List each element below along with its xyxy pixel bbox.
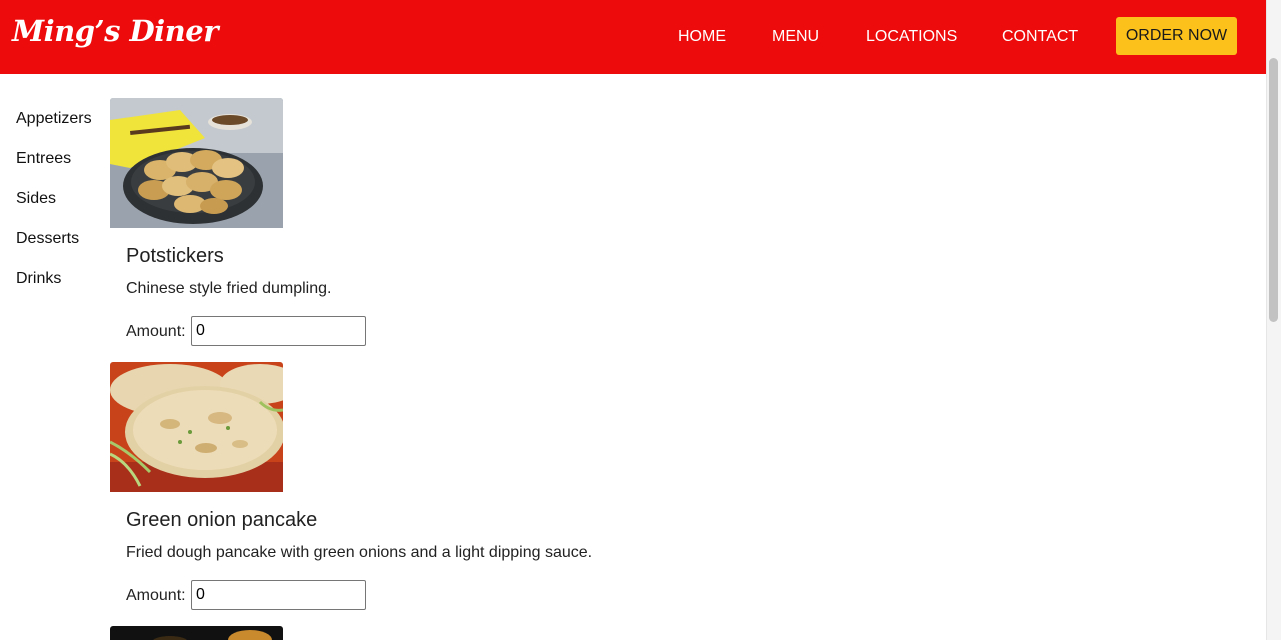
amount-label: Amount: <box>126 587 186 604</box>
green-onion-pancake-photo <box>110 362 283 492</box>
scrollbar-thumb[interactable] <box>1269 58 1278 322</box>
menu-item-description: Fried dough pancake with green onions an… <box>126 544 593 561</box>
sidebar-item-sides[interactable]: Sides <box>16 190 56 208</box>
menu-item-title: Potstickers <box>126 245 224 267</box>
amount-label: Amount: <box>126 323 186 340</box>
nav-locations-link[interactable]: LOCATIONS <box>866 28 957 46</box>
sidebar-item-appetizers[interactable]: Appetizers <box>16 110 92 128</box>
amount-input[interactable] <box>191 316 366 346</box>
sidebar-item-entrees[interactable]: Entrees <box>16 150 71 168</box>
nav-menu-link[interactable]: MENU <box>772 28 819 46</box>
brand-logo[interactable]: Ming’s Diner <box>12 14 218 48</box>
amount-input[interactable] <box>191 580 366 610</box>
sidebar-item-drinks[interactable]: Drinks <box>16 270 61 288</box>
nav-home-link[interactable]: HOME <box>678 28 726 46</box>
sidebar-item-desserts[interactable]: Desserts <box>16 230 79 248</box>
order-now-button[interactable]: ORDER NOW <box>1116 17 1237 55</box>
nav-contact-link[interactable]: CONTACT <box>1002 28 1078 46</box>
menu-item-photo <box>110 626 283 640</box>
potstickers-photo <box>110 98 283 228</box>
menu-item-description: Chinese style fried dumpling. <box>126 280 332 297</box>
menu-item-title: Green onion pancake <box>126 509 318 531</box>
top-navbar: Ming’s Diner HOME MENU LOCATIONS CONTACT… <box>0 0 1266 74</box>
